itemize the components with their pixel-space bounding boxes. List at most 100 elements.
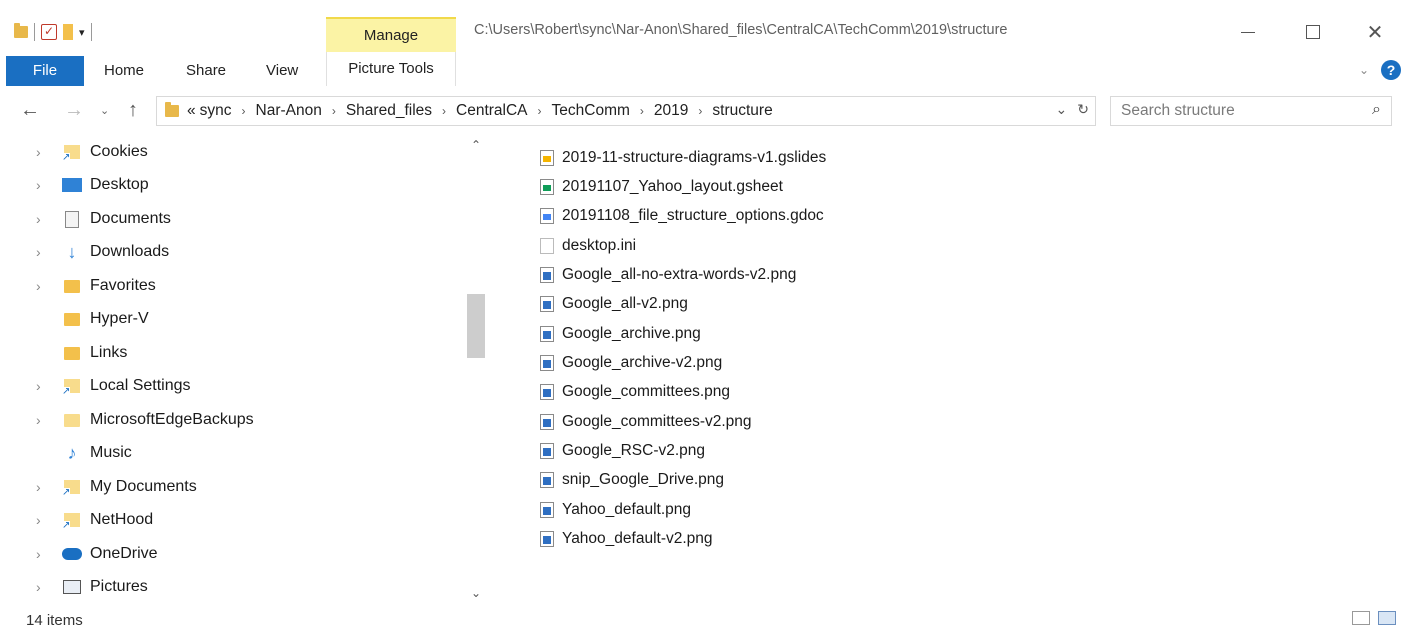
breadcrumb-nar-anon[interactable]: Nar-Anon (256, 102, 322, 120)
expand-chevron-icon[interactable]: › (36, 378, 41, 394)
breadcrumb-chevron-icon[interactable]: › (442, 104, 446, 118)
file-list: 2019-11-structure-diagrams-v1.gslides 20… (530, 142, 1230, 562)
sidebar-item-documents[interactable]: › Documents (0, 203, 460, 235)
search-input[interactable]: Search structure ⌕ (1110, 96, 1392, 126)
sidebar-item-music[interactable]: ♪ Music (0, 437, 460, 469)
list-item[interactable]: 2019-11-structure-diagrams-v1.gslides (540, 144, 826, 172)
search-placeholder: Search structure (1121, 102, 1235, 119)
sidebar-item-my-documents[interactable]: › My Documents (0, 471, 460, 503)
address-bar[interactable]: « sync › Nar-Anon › Shared_files › Centr… (156, 96, 1096, 126)
manage-tab[interactable]: Manage (326, 17, 456, 52)
desktop-icon (62, 175, 82, 195)
forward-arrow-icon[interactable]: → (64, 99, 84, 122)
recent-locations-chevron-icon[interactable]: ⌄ (100, 104, 109, 117)
folder-icon (165, 102, 179, 117)
sidebar-item-downloads[interactable]: › ↓ Downloads (0, 236, 460, 268)
tab-home[interactable]: Home (104, 56, 144, 86)
sidebar-item-label: Favorites (90, 277, 156, 294)
breadcrumb-chevron-icon[interactable]: › (538, 104, 542, 118)
expand-chevron-icon[interactable]: › (36, 512, 41, 528)
list-item[interactable]: Google_RSC-v2.png (540, 437, 705, 465)
sidebar-item-microsoftedgebackups[interactable]: › MicrosoftEdgeBackups (0, 404, 460, 436)
quick-access-toolbar: ✓ ▾ (14, 20, 92, 44)
list-item[interactable]: 20191107_Yahoo_layout.gsheet (540, 173, 783, 201)
toolbar-separator (90, 23, 92, 41)
breadcrumb-overflow[interactable]: « (187, 102, 196, 120)
breadcrumb-chevron-icon[interactable]: › (242, 104, 246, 118)
maximize-icon (1306, 25, 1320, 39)
help-icon[interactable]: ? (1381, 60, 1401, 80)
png-file-icon (540, 296, 554, 312)
expand-chevron-icon[interactable]: › (36, 144, 41, 160)
breadcrumb-centralca[interactable]: CentralCA (456, 102, 528, 120)
tab-file[interactable]: File (6, 56, 84, 86)
list-item[interactable]: Google_committees-v2.png (540, 408, 752, 436)
customize-toolbar-dropdown-icon[interactable]: ▾ (79, 26, 85, 39)
breadcrumb-2019[interactable]: 2019 (654, 102, 688, 120)
expand-chevron-icon[interactable]: › (36, 579, 41, 595)
png-file-icon (540, 355, 554, 371)
list-item[interactable]: desktop.ini (540, 232, 636, 260)
expand-chevron-icon[interactable]: › (36, 177, 41, 193)
breadcrumb-techcomm[interactable]: TechComm (552, 102, 630, 120)
breadcrumb-shared-files[interactable]: Shared_files (346, 102, 432, 120)
search-icon[interactable]: ⌕ (1372, 101, 1381, 119)
expand-ribbon-chevron-icon[interactable]: ⌄ (1359, 63, 1369, 77)
close-button[interactable]: ✕ (1352, 14, 1398, 50)
sidebar-item-onedrive[interactable]: › OneDrive (0, 538, 460, 570)
sidebar-item-pictures[interactable]: › Pictures (0, 571, 460, 603)
maximize-button[interactable] (1290, 14, 1336, 50)
breadcrumb-chevron-icon[interactable]: › (640, 104, 644, 118)
sidebar-item-cookies[interactable]: › Cookies (0, 136, 460, 168)
sidebar-item-local-settings[interactable]: › Local Settings (0, 370, 460, 402)
expand-chevron-icon[interactable]: › (36, 278, 41, 294)
up-arrow-icon[interactable]: ↑ (128, 99, 138, 122)
file-name: snip_Google_Drive.png (562, 471, 724, 488)
list-item[interactable]: Yahoo_default-v2.png (540, 525, 713, 553)
list-item[interactable]: Google_all-v2.png (540, 290, 688, 318)
breadcrumb-structure[interactable]: structure (712, 102, 772, 120)
list-item[interactable]: Google_archive-v2.png (540, 349, 722, 377)
sidebar-item-favorites[interactable]: › Favorites (0, 270, 460, 302)
tab-share[interactable]: Share (186, 56, 226, 86)
new-folder-icon[interactable] (63, 24, 73, 40)
refresh-icon[interactable]: ↻ (1077, 101, 1089, 118)
back-arrow-icon[interactable]: ← (20, 99, 40, 122)
list-item[interactable]: Google_archive.png (540, 320, 701, 348)
expand-chevron-icon[interactable]: › (36, 244, 41, 260)
list-item[interactable]: Google_all-no-extra-words-v2.png (540, 261, 796, 289)
sidebar-item-links[interactable]: Links (0, 337, 460, 369)
scroll-down-icon[interactable]: ⌄ (471, 586, 481, 600)
file-name: Google_all-v2.png (562, 295, 688, 312)
png-file-icon (540, 443, 554, 459)
sidebar-item-label: Downloads (90, 243, 170, 260)
large-icons-view-icon[interactable] (1378, 611, 1396, 625)
breadcrumb-sync[interactable]: sync (200, 102, 232, 120)
properties-check-icon[interactable]: ✓ (41, 24, 57, 40)
breadcrumb-chevron-icon[interactable]: › (698, 104, 702, 118)
list-item[interactable]: snip_Google_Drive.png (540, 466, 724, 494)
expand-chevron-icon[interactable]: › (36, 546, 41, 562)
tab-view[interactable]: View (266, 56, 298, 86)
minimize-button[interactable] (1225, 14, 1271, 50)
folder-icon[interactable] (14, 23, 28, 38)
address-dropdown-icon[interactable]: ⌄ (1056, 101, 1068, 118)
expand-chevron-icon[interactable]: › (36, 412, 41, 428)
scrollbar-thumb[interactable] (467, 294, 485, 358)
sidebar-item-label: Pictures (90, 578, 148, 595)
list-item[interactable]: 20191108_file_structure_options.gdoc (540, 202, 824, 230)
breadcrumb-chevron-icon[interactable]: › (332, 104, 336, 118)
png-file-icon (540, 384, 554, 400)
details-view-icon[interactable] (1352, 611, 1370, 625)
links-folder-icon (62, 343, 82, 363)
sidebar-item-nethood[interactable]: › NetHood (0, 504, 460, 536)
nav-pane-scrollbar[interactable]: ⌃ ⌄ (466, 136, 488, 604)
sidebar-item-desktop[interactable]: › Desktop (0, 169, 460, 201)
list-item[interactable]: Yahoo_default.png (540, 496, 691, 524)
tab-picture-tools[interactable]: Picture Tools (326, 52, 456, 86)
scroll-up-icon[interactable]: ⌃ (471, 138, 481, 152)
sidebar-item-hyper-v[interactable]: Hyper-V (0, 303, 460, 335)
expand-chevron-icon[interactable]: › (36, 211, 41, 227)
expand-chevron-icon[interactable]: › (36, 479, 41, 495)
list-item[interactable]: Google_committees.png (540, 378, 730, 406)
